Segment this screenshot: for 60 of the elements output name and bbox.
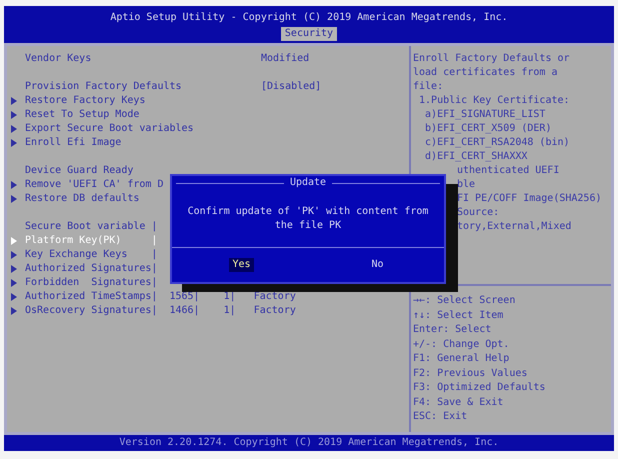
key-hint: Enter: Select (413, 323, 492, 337)
menu-item[interactable]: Export Secure Boot variables (25, 123, 194, 134)
help-text: ble (457, 179, 476, 190)
table-cell-text: | (151, 248, 158, 262)
table-cell-text: 1| (222, 304, 236, 318)
table-cell-text: 1565| (168, 290, 200, 304)
help-text: d)EFI_CERT_SHAXXX (424, 151, 528, 162)
key-hint: +/-: Change Opt. (413, 338, 510, 352)
setting-value[interactable]: [Disabled] (261, 80, 322, 94)
menu-item[interactable]: Restore DB defaults (25, 193, 140, 204)
dialog-button[interactable]: Yes (229, 258, 254, 272)
variable-name[interactable]: Authorized Signatures (25, 262, 152, 276)
variable-name[interactable]: Authorized TimeStamps (25, 290, 152, 304)
table-cell-text: | (151, 276, 158, 290)
menu-item[interactable]: Enroll Efi Image (25, 137, 122, 148)
key-hint: ESC: Exit (413, 410, 468, 424)
tab[interactable]: Security (280, 27, 338, 41)
help-text: load certificates from a (413, 67, 558, 78)
table-header: Secure Boot variable (25, 220, 146, 234)
menu-item[interactable]: Restore Factory Keys (25, 95, 146, 106)
help-text: FI PE/COFF Image(SHA256) (457, 193, 602, 204)
key-hint: F4: Save & Exit (413, 396, 504, 410)
dialog-button[interactable]: No (368, 258, 387, 272)
help-text: Enroll Factory Defaults or (413, 53, 570, 64)
setting-label: Vendor Keys (25, 52, 92, 66)
help-text: file: (413, 81, 444, 92)
table-cell-text: | (151, 304, 158, 318)
table-cell-text: | (151, 262, 158, 276)
key-hint: ↑↓: Select Item (413, 308, 504, 322)
key-hint: F1: General Help (413, 352, 510, 366)
help-text: tory,External,Mixed (457, 221, 572, 232)
key-hint: F2: Previous Values (413, 366, 528, 380)
variable-name[interactable]: Platform Key(PK) (25, 234, 152, 248)
help-text: b)EFI_CERT_X509 (DER) (424, 123, 552, 134)
menu-item[interactable]: Remove 'UEFI CA' from D (25, 179, 164, 190)
setting-label[interactable]: Provision Factory Defaults (25, 80, 261, 94)
table-cell-text: | (151, 234, 158, 248)
key-hint: →←: Select Screen (413, 294, 516, 308)
table-cell-text: | (151, 290, 158, 304)
help-text: uthenticated UEFI (457, 165, 560, 176)
key-hint: F3: Optimized Defaults (413, 381, 546, 395)
table-cell-text: 1| (222, 290, 236, 304)
window-title: Aptio Setup Utility - Copyright (C) 2019 American Megatrends, Inc. (110, 11, 508, 25)
dialog-message: Confirm update of 'PK' with content from the file PK (186, 204, 430, 232)
table-cell-text: Factory (252, 290, 296, 304)
variable-name[interactable]: OsRecovery Signatures (25, 304, 152, 318)
version-text: Version 2.20.1274. Copyright (C) 2019 American Megatrends, Inc. (119, 436, 499, 450)
table-cell-text: 1466| (168, 304, 200, 318)
variable-name[interactable]: Key Exchange Keys (25, 248, 152, 262)
help-text: 1.Public Key Certificate: (418, 95, 570, 106)
setting-label: Device Guard Ready (25, 164, 134, 178)
help-text: c)EFI_CERT_RSA2048 (bin) (424, 137, 570, 148)
setting-value: Modified (261, 52, 310, 66)
help-text: Source: (457, 207, 500, 218)
help-text: a)EFI_SIGNATURE_LIST (424, 109, 546, 120)
variable-name[interactable]: Forbidden Signatures (25, 276, 152, 290)
table-cell-text: Factory (252, 304, 296, 318)
menu-item[interactable]: Reset To Setup Mode (25, 109, 140, 120)
table-cell-text: | (151, 220, 158, 234)
dialog-title: Update (288, 176, 328, 190)
